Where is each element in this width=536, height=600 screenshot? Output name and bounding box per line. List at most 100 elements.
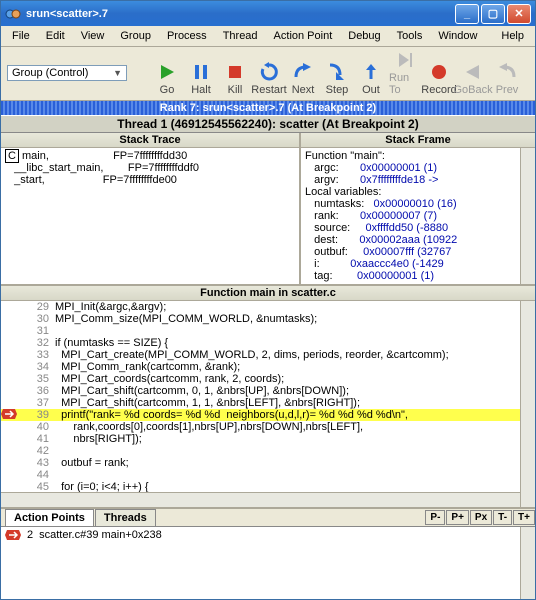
code-line[interactable]: 39 printf("rank= %d coords= %d %d neighb… xyxy=(1,409,535,421)
action-points-list[interactable]: 2scatter.c#39 main+0x238 xyxy=(1,527,535,599)
toolbar-goback-button: GoBack xyxy=(457,61,489,96)
scrollbar-v[interactable] xyxy=(520,527,535,599)
code-line[interactable]: 43 outbuf = rank; xyxy=(1,457,535,469)
stack-frame-row[interactable]: dest: 0x00002aaa (10922 xyxy=(305,234,531,246)
action-point-item[interactable]: 2scatter.c#39 main+0x238 xyxy=(5,529,531,541)
minimize-button[interactable]: _ xyxy=(455,4,479,24)
toolbar-step-button[interactable]: Step xyxy=(321,61,353,96)
scope-label: Group (Control) xyxy=(12,67,88,79)
toolbar-next-button[interactable]: Next xyxy=(287,61,319,96)
menu-bar: File Edit View Group Process Thread Acti… xyxy=(1,26,535,47)
menu-action-point[interactable]: Action Point xyxy=(267,28,340,44)
menu-help[interactable]: Help xyxy=(494,28,531,44)
code-line[interactable]: 29MPI_Init(&argc,&argv); xyxy=(1,301,535,313)
stack-frame-row[interactable]: argv: 0x7ffffffffde18 -> xyxy=(305,174,531,186)
code-area[interactable]: 29MPI_Init(&argc,&argv);30MPI_Comm_size(… xyxy=(1,301,535,507)
stack-trace-row[interactable]: C main, FP=7ffffffffdd30 xyxy=(5,150,295,162)
line-number: 30 xyxy=(19,313,55,325)
code-text: printf("rank= %d coords= %d %d neighbors… xyxy=(55,409,535,421)
menu-debug[interactable]: Debug xyxy=(341,28,387,44)
scrollbar-v[interactable] xyxy=(520,301,535,507)
code-line[interactable]: 41 nbrs[RIGHT]); xyxy=(1,433,535,445)
stack-frame-row[interactable]: source: 0xffffdd50 (-8880 xyxy=(305,222,531,234)
stack-trace-row[interactable]: __libc_start_main, FP=7ffffffffddf0 xyxy=(5,162,295,174)
stack-frame-row[interactable]: Local variables: xyxy=(305,186,531,198)
line-number: 35 xyxy=(19,373,55,385)
stack-frame-row[interactable]: rank: 0x00000007 (7) xyxy=(305,210,531,222)
tab-threads[interactable]: Threads xyxy=(95,509,156,526)
scrollbar-h[interactable] xyxy=(1,492,520,507)
nav-p-plus[interactable]: P+ xyxy=(446,510,469,525)
line-number: 43 xyxy=(19,457,55,469)
rank-status-bar: Rank 7: srun<scatter>.7 (At Breakpoint 2… xyxy=(1,101,535,115)
menu-edit[interactable]: Edit xyxy=(39,28,72,44)
halt-icon xyxy=(190,61,212,83)
stop-icon xyxy=(1,409,19,421)
code-line[interactable]: 31 xyxy=(1,325,535,337)
toolbar-record-button[interactable]: Record xyxy=(423,61,455,96)
stack-frame-row[interactable]: Function "main": xyxy=(305,150,531,162)
code-text: outbuf = rank; xyxy=(55,457,535,469)
menu-process[interactable]: Process xyxy=(160,28,214,44)
toolbar-label: Step xyxy=(326,84,349,96)
line-number: 41 xyxy=(19,433,55,445)
toolbar-kill-button[interactable]: Kill xyxy=(219,61,251,96)
stack-frame-row[interactable]: outbuf: 0x00007fff (32767 xyxy=(305,246,531,258)
toolbar-label: Kill xyxy=(228,84,243,96)
code-line[interactable]: 35 MPI_Cart_coords(cartcomm, rank, 2, co… xyxy=(1,373,535,385)
code-line[interactable]: 40 rank,coords[0],coords[1],nbrs[UP],nbr… xyxy=(1,421,535,433)
menu-file[interactable]: File xyxy=(5,28,37,44)
toolbar-label: Run To xyxy=(389,72,421,96)
stack-frame-row[interactable]: numtasks: 0x00000010 (16) xyxy=(305,198,531,210)
stack-trace-row[interactable]: _start, FP=7ffffffffde00 xyxy=(5,174,295,186)
nav-t-minus[interactable]: T- xyxy=(493,510,512,525)
nav-p-minus[interactable]: P- xyxy=(425,510,445,525)
code-text xyxy=(55,445,535,457)
next-icon xyxy=(292,61,314,83)
menu-thread[interactable]: Thread xyxy=(216,28,265,44)
tab-action-points[interactable]: Action Points xyxy=(5,509,94,526)
line-number: 31 xyxy=(19,325,55,337)
out-icon xyxy=(360,61,382,83)
code-line[interactable]: 32if (numtasks == SIZE) { xyxy=(1,337,535,349)
prev-icon xyxy=(496,61,518,83)
code-line[interactable]: 42 xyxy=(1,445,535,457)
toolbar-restart-button[interactable]: Restart xyxy=(253,61,285,96)
code-text: MPI_Comm_size(MPI_COMM_WORLD, &numtasks)… xyxy=(55,313,535,325)
toolbar-label: Restart xyxy=(251,84,286,96)
toolbar-go-button[interactable]: Go xyxy=(151,61,183,96)
code-line[interactable]: 30MPI_Comm_size(MPI_COMM_WORLD, &numtask… xyxy=(1,313,535,325)
code-line[interactable]: 44 xyxy=(1,469,535,481)
stack-frame-row[interactable]: i: 0xaaccc4e0 (-1429 xyxy=(305,258,531,270)
nav-t-plus[interactable]: T+ xyxy=(513,510,535,525)
code-line[interactable]: 34 MPI_Comm_rank(cartcomm, &rank); xyxy=(1,361,535,373)
stack-frame-content[interactable]: Function "main": argc: 0x00000001 (1) ar… xyxy=(301,148,535,284)
window-title: srun<scatter>.7 xyxy=(26,8,455,20)
menu-view[interactable]: View xyxy=(74,28,112,44)
window-buttons: _ ▢ ✕ xyxy=(455,4,531,24)
toolbar-halt-button[interactable]: Halt xyxy=(185,61,217,96)
code-line[interactable]: 33 MPI_Cart_create(MPI_COMM_WORLD, 2, di… xyxy=(1,349,535,361)
toolbar-label: Out xyxy=(362,84,380,96)
toolbar-label: Halt xyxy=(191,84,211,96)
stack-frame-title: Stack Frame xyxy=(301,133,535,148)
stack-trace-content[interactable]: C main, FP=7ffffffffdd30 __libc_start_ma… xyxy=(1,148,299,284)
code-text: if (numtasks == SIZE) { xyxy=(55,337,535,349)
toolbar-out-button[interactable]: Out xyxy=(355,61,387,96)
menu-group[interactable]: Group xyxy=(113,28,158,44)
stack-frame-row[interactable]: tag: 0x00000001 (1) xyxy=(305,270,531,282)
nav-px[interactable]: Px xyxy=(470,510,492,525)
code-text xyxy=(55,469,535,481)
code-text: nbrs[RIGHT]); xyxy=(55,433,535,445)
code-text: MPI_Cart_shift(cartcomm, 0, 1, &nbrs[UP]… xyxy=(55,385,535,397)
scrollbar-v[interactable] xyxy=(520,148,535,284)
stack-frame-row[interactable]: argc: 0x00000001 (1) xyxy=(305,162,531,174)
code-line[interactable]: 37 MPI_Cart_shift(cartcomm, 1, 1, &nbrs[… xyxy=(1,397,535,409)
menu-tools[interactable]: Tools xyxy=(390,28,430,44)
menu-window[interactable]: Window xyxy=(431,28,484,44)
maximize-button[interactable]: ▢ xyxy=(481,4,505,24)
toolbar-label: Prev xyxy=(496,84,519,96)
scope-dropdown[interactable]: Group (Control) ▼ xyxy=(7,65,127,81)
code-line[interactable]: 36 MPI_Cart_shift(cartcomm, 0, 1, &nbrs[… xyxy=(1,385,535,397)
close-button[interactable]: ✕ xyxy=(507,4,531,24)
